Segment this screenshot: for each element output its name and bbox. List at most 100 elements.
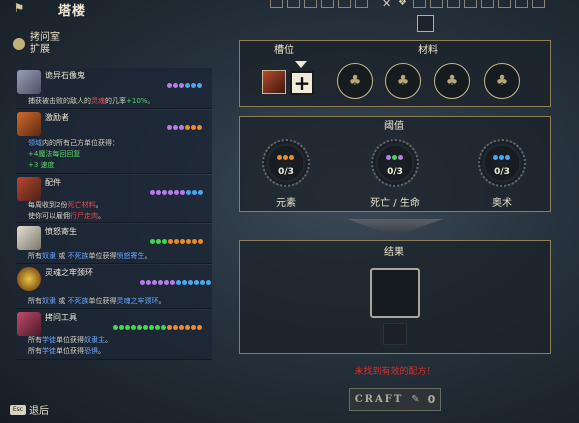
cost-dot [176, 280, 181, 285]
cost-dot [149, 325, 154, 330]
close-icon[interactable]: ✕ [382, 0, 391, 10]
section-subtitle: 扩展 [30, 44, 50, 55]
top-slot[interactable] [498, 0, 511, 8]
torture-chamber-icon [13, 38, 25, 50]
threshold-label: 死亡 / 生命 [370, 198, 420, 209]
cost-dot [158, 280, 163, 285]
top-slot[interactable] [515, 0, 528, 8]
cost-dot [140, 280, 145, 285]
recipe-desc: 所有学徒单位获得奴隶主。 [28, 336, 112, 344]
parasite-icon [17, 226, 41, 250]
recipe-item[interactable]: 灵魂之牢颈环 所有奴隶 或 不死族单位获得灵魂之牢颈环。 [16, 265, 212, 309]
top-slot[interactable] [287, 0, 300, 8]
top-slot[interactable] [304, 0, 317, 8]
cost-dot [164, 280, 169, 285]
cost-dot [197, 83, 202, 88]
slot-pointer-icon [295, 61, 307, 68]
top-slot[interactable] [338, 0, 351, 8]
craft-button[interactable]: Craft ✎ 0 [349, 388, 441, 411]
cost-dot [168, 239, 173, 244]
cost-dot [197, 325, 202, 330]
top-slot[interactable] [413, 0, 426, 8]
gear-icon[interactable]: ❖ [398, 0, 407, 8]
selection-square[interactable] [417, 15, 434, 32]
recipe-desc: 捕获被击败的敌人的灵魂的几率+10%。 [28, 97, 155, 105]
material-slot[interactable]: ♣ [434, 63, 470, 99]
recipe-item[interactable]: 愤怒寄生 所有奴隶 或 不死族单位获得愤怒寄生。 [16, 224, 212, 264]
top-slot[interactable] [355, 0, 368, 8]
cost-dot [185, 125, 190, 130]
cost-dot [206, 280, 211, 285]
cost-dot [167, 83, 172, 88]
error-message: 未找到有效的配方！ [354, 367, 436, 377]
cost-dot [182, 280, 187, 285]
cost-dot [392, 155, 397, 160]
recipe-item[interactable]: 拷问工具 所有学徒单位获得奴隶主。 所有学徒单位获得恐惧。 [16, 310, 212, 360]
cost-dot [192, 190, 197, 195]
top-slot[interactable] [532, 0, 545, 8]
cost-dot [152, 280, 157, 285]
recipe-desc: 领域内的所有己方单位获得： [28, 139, 119, 147]
cost-dot [283, 155, 288, 160]
cost-dot [125, 325, 130, 330]
recipe-desc: 所有学徒单位获得恐惧。 [28, 347, 105, 355]
recipe-desc: 所有奴隶 或 不死族单位获得灵魂之牢颈环。 [28, 297, 166, 305]
top-slot[interactable] [464, 0, 477, 8]
top-slot[interactable] [430, 0, 443, 8]
cost-dot [180, 239, 185, 244]
torture-tools-icon [17, 312, 41, 336]
cost-dot [174, 190, 179, 195]
cost-dot [161, 325, 166, 330]
cost-dot [167, 125, 172, 130]
threshold-label: 元素 [276, 198, 296, 209]
recipe-desc: +4魔法每回回复 [28, 150, 81, 158]
recipe-name: 愤怒寄生 [45, 227, 77, 236]
recipe-item[interactable]: 激励者 领域内的所有己方单位获得： +4魔法每回回复 +3 速度 [16, 110, 212, 174]
threshold-dots [277, 155, 294, 160]
threshold-count: 0/3 [278, 167, 294, 177]
material-slot[interactable]: ♣ [337, 63, 373, 99]
cost-dot [156, 190, 161, 195]
material-slot[interactable]: ♣ [484, 63, 520, 99]
top-slot[interactable] [321, 0, 334, 8]
recipe-name: 诡异石像鬼 [45, 71, 85, 80]
cost-dot [186, 190, 191, 195]
cost-dot [170, 280, 175, 285]
cost-dot [188, 280, 193, 285]
cost-dot [185, 83, 190, 88]
cost-dot [186, 239, 191, 244]
cost-dot [174, 239, 179, 244]
top-slot[interactable] [270, 0, 283, 8]
recipe-name: 拷问工具 [45, 313, 77, 322]
inspirer-icon [17, 112, 41, 136]
recipe-desc: +3 速度 [28, 161, 55, 169]
cost-dot [398, 155, 403, 160]
threshold-death-life: 0/3 [371, 139, 419, 187]
threshold-title: 阈值 [384, 121, 404, 132]
cost-dot [168, 190, 173, 195]
cost-dot [185, 325, 190, 330]
threshold-dots [493, 155, 510, 160]
cost-dot [113, 325, 118, 330]
threshold-label: 奥术 [492, 198, 512, 209]
add-slot-button[interactable]: + [290, 71, 314, 95]
cost-dot [277, 155, 282, 160]
recipe-cost-dots [167, 83, 202, 88]
slot-item[interactable] [262, 70, 286, 94]
cost-dot [150, 190, 155, 195]
cost-dot [194, 280, 199, 285]
recipe-desc: 所有奴隶 或 不死族单位获得愤怒寄生。 [28, 252, 152, 260]
recipe-item[interactable]: 配件 每周收到2份死亡材料。 使你可以雇佣行尸走肉。 [16, 175, 212, 223]
cost-dot [191, 325, 196, 330]
material-slot[interactable]: ♣ [385, 63, 421, 99]
top-slot[interactable] [481, 0, 494, 8]
cost-dot [146, 280, 151, 285]
accessory-icon [17, 177, 41, 201]
cost-dot [173, 83, 178, 88]
cost-dot [198, 190, 203, 195]
back-label: 退后 [29, 406, 49, 417]
top-slot[interactable] [447, 0, 460, 8]
cost-dot [505, 155, 510, 160]
recipe-name: 配件 [45, 178, 61, 187]
recipe-item[interactable]: 诡异石像鬼 捕获被击败的敌人的灵魂的几率+10%。 [16, 68, 212, 109]
